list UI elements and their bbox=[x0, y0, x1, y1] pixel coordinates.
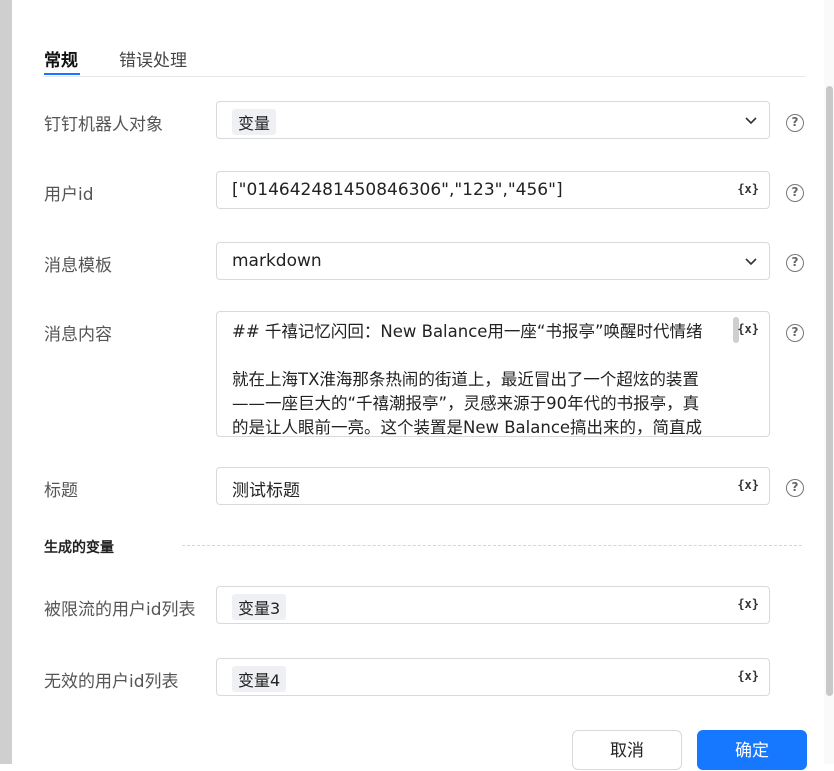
limited-users-variable-tag: 变量3 bbox=[232, 594, 287, 620]
user-id-label: 用户id bbox=[44, 185, 94, 205]
invalid-users-variable-tag: 变量4 bbox=[232, 666, 287, 692]
robot-label: 钉钉机器人对象 bbox=[44, 115, 163, 135]
invalid-users-input[interactable]: 变量4 {x} bbox=[216, 658, 770, 696]
content-line: 的是让人眼前一亮。这个装置是New Balance搞出来的，简直成 bbox=[232, 418, 703, 437]
active-tab-indicator bbox=[44, 73, 80, 75]
template-label: 消息模板 bbox=[44, 256, 112, 276]
limited-users-input[interactable]: 变量3 {x} bbox=[216, 586, 770, 624]
help-icon[interactable]: ? bbox=[786, 479, 804, 497]
variable-icon[interactable]: {x} bbox=[737, 182, 759, 196]
chevron-down-icon bbox=[745, 117, 757, 125]
section-divider bbox=[182, 545, 802, 546]
content-line: ## 千禧记忆闪回：New Balance用一座“书报亭”唤醒时代情绪 bbox=[232, 322, 703, 341]
dialog-backdrop-edge bbox=[0, 0, 12, 764]
title-label: 标题 bbox=[44, 481, 78, 501]
variable-icon[interactable]: {x} bbox=[737, 322, 759, 336]
variable-icon[interactable]: {x} bbox=[737, 597, 759, 611]
content-text: ## 千禧记忆闪回：New Balance用一座“书报亭”唤醒时代情绪 就在上海… bbox=[232, 320, 742, 437]
robot-variable-tag: 变量 bbox=[232, 109, 277, 135]
help-icon[interactable]: ? bbox=[786, 114, 804, 132]
content-textarea[interactable]: ## 千禧记忆闪回：New Balance用一座“书报亭”唤醒时代情绪 就在上海… bbox=[216, 311, 770, 437]
generated-variables-title: 生成的变量 bbox=[44, 540, 114, 556]
content-line: 就在上海TX淮海那条热闹的街道上，最近冒出了一个超炫的装置 bbox=[232, 370, 699, 389]
content-label: 消息内容 bbox=[44, 325, 112, 345]
chevron-down-icon bbox=[745, 258, 757, 266]
user-id-input[interactable]: ["014642481450846306","123","456"] {x} bbox=[216, 171, 770, 209]
limited-users-label: 被限流的用户id列表 bbox=[44, 600, 196, 620]
content-line: ——一座巨大的“千禧潮报亭”，灵感来源于90年代的书报亭，真 bbox=[232, 394, 700, 413]
user-id-value: ["014642481450846306","123","456"] bbox=[232, 180, 563, 200]
variable-icon[interactable]: {x} bbox=[737, 478, 759, 492]
invalid-users-label: 无效的用户id列表 bbox=[44, 672, 179, 692]
scrollbar-thumb[interactable] bbox=[826, 86, 833, 696]
help-icon[interactable]: ? bbox=[786, 324, 804, 342]
cancel-button[interactable]: 取消 bbox=[572, 730, 682, 770]
template-value: markdown bbox=[232, 251, 322, 271]
help-icon[interactable]: ? bbox=[786, 184, 804, 202]
title-input[interactable]: 测试标题 {x} bbox=[216, 467, 770, 505]
tab-general[interactable]: 常规 bbox=[44, 46, 78, 71]
template-select[interactable]: markdown bbox=[216, 242, 770, 280]
tab-bar: 常规 错误处理 bbox=[44, 42, 806, 77]
tab-error-handling[interactable]: 错误处理 bbox=[119, 46, 187, 71]
content-line bbox=[232, 344, 742, 368]
confirm-button[interactable]: 确定 bbox=[697, 730, 807, 770]
robot-select[interactable]: 变量 bbox=[216, 101, 770, 139]
variable-icon[interactable]: {x} bbox=[737, 669, 759, 683]
title-value: 测试标题 bbox=[232, 481, 300, 501]
scrollbar[interactable] bbox=[824, 0, 834, 764]
help-icon[interactable]: ? bbox=[786, 254, 804, 272]
